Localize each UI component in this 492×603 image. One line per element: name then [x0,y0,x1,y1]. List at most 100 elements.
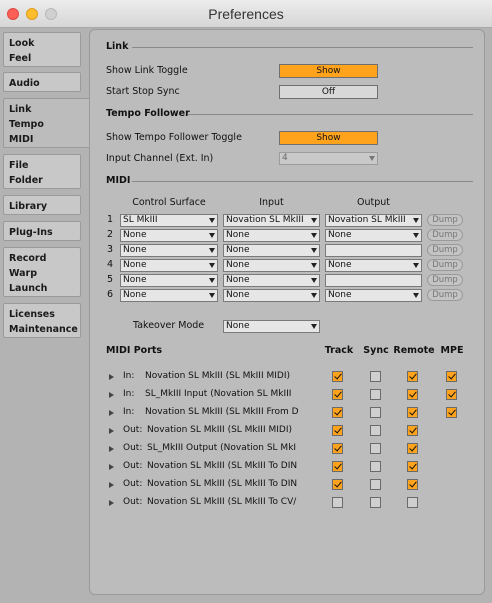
dump-button[interactable]: Dump [427,289,463,301]
disclosure-triangle-icon[interactable] [109,500,114,506]
midi-input-dropdown[interactable]: Novation SL MkIII [223,214,320,227]
takeover-mode-dropdown[interactable]: None [223,320,320,333]
track-checkbox[interactable] [332,407,343,418]
control-surface-dropdown[interactable]: None [120,274,218,287]
sync-checkbox[interactable] [370,407,381,418]
midi-input-value: None [226,230,250,240]
chevron-down-icon [209,278,215,283]
dump-button[interactable]: Dump [427,214,463,226]
midi-input-dropdown[interactable]: None [223,244,320,257]
disclosure-triangle-icon[interactable] [109,464,114,470]
track-checkbox[interactable] [332,461,343,472]
sync-checkbox[interactable] [370,371,381,382]
remote-checkbox[interactable] [407,497,418,508]
sidebar-tab-licenses-maintenance[interactable]: Licenses Maintenance [3,303,81,338]
remote-checkbox[interactable] [407,389,418,400]
track-checkbox[interactable] [332,425,343,436]
sidebar-tab-link-tempo-midi[interactable]: Link Tempo MIDI [3,98,93,148]
track-checkbox[interactable] [332,371,343,382]
remote-checkbox[interactable] [407,461,418,472]
link-section-title: Link [106,41,129,52]
disclosure-triangle-icon[interactable] [109,446,114,452]
chevron-down-icon [311,233,317,238]
port-name: Novation SL MkIII (SL MkIII MIDI) [147,425,292,435]
input-channel-value: 4 [282,153,288,163]
sync-checkbox[interactable] [370,497,381,508]
tempo-follower-section-title: Tempo Follower [106,108,190,119]
control-surface-dropdown[interactable]: None [120,289,218,302]
track-checkbox[interactable] [332,389,343,400]
show-tempo-follower-toggle-button[interactable]: Show [279,131,378,145]
midi-output-value: None [328,290,352,300]
track-checkbox[interactable] [332,497,343,508]
midi-output-field[interactable] [325,274,422,287]
remote-column-header: Remote [393,345,435,356]
chevron-down-icon [369,156,375,161]
dump-button[interactable]: Dump [427,274,463,286]
remote-checkbox[interactable] [407,479,418,490]
midi-input-dropdown[interactable]: None [223,289,320,302]
dump-button[interactable]: Dump [427,244,463,256]
input-channel-dropdown[interactable]: 4 [279,152,378,165]
midi-output-dropdown[interactable]: None [325,289,422,302]
show-link-toggle-button[interactable]: Show [279,64,378,78]
mpe-checkbox[interactable] [446,407,457,418]
sync-checkbox[interactable] [370,479,381,490]
control-surface-dropdown[interactable]: None [120,259,218,272]
midi-input-value: None [226,260,250,270]
sidebar-tab-audio[interactable]: Audio [3,72,81,92]
control-surface-dropdown[interactable]: SL MkIII [120,214,218,227]
port-name: Novation SL MkIII (SL MkIII To CV/ [147,497,297,507]
sidebar: Look Feel Audio Link Tempo MIDI File Fol… [0,29,93,603]
mpe-checkbox[interactable] [446,371,457,382]
control-surface-dropdown[interactable]: None [120,244,218,257]
remote-checkbox[interactable] [407,443,418,454]
sync-checkbox[interactable] [370,443,381,454]
track-checkbox[interactable] [332,443,343,454]
remote-checkbox[interactable] [407,371,418,382]
chevron-down-icon [413,233,419,238]
midi-output-dropdown[interactable]: None [325,229,422,242]
midi-output-field[interactable] [325,244,422,257]
midi-row-number: 4 [107,259,114,270]
midi-input-dropdown[interactable]: None [223,259,320,272]
control-surface-value: None [123,260,147,270]
control-surface-dropdown[interactable]: None [120,229,218,242]
title-bar: Preferences [0,0,492,28]
midi-input-dropdown[interactable]: None [223,229,320,242]
sidebar-tab-plug-ins[interactable]: Plug-Ins [3,221,81,241]
midi-output-dropdown[interactable]: Novation SL MkIII [325,214,422,227]
input-column-header: Input [259,197,284,208]
sidebar-tab-record-warp-launch[interactable]: Record Warp Launch [3,247,81,297]
midi-row-number: 5 [107,274,114,285]
input-channel-label: Input Channel (Ext. In) [106,153,214,164]
show-tempo-follower-toggle-label: Show Tempo Follower Toggle [106,132,242,143]
start-stop-sync-button[interactable]: Off [279,85,378,99]
mpe-checkbox[interactable] [446,389,457,400]
sync-checkbox[interactable] [370,461,381,472]
disclosure-triangle-icon[interactable] [109,374,114,380]
sidebar-tab-look-feel[interactable]: Look Feel [3,32,81,67]
sidebar-tab-file-folder[interactable]: File Folder [3,154,81,189]
track-checkbox[interactable] [332,479,343,490]
tempo-section-divider [188,114,473,115]
sync-checkbox[interactable] [370,389,381,400]
sync-column-header: Sync [363,345,389,356]
disclosure-triangle-icon[interactable] [109,410,114,416]
remote-checkbox[interactable] [407,425,418,436]
disclosure-triangle-icon[interactable] [109,392,114,398]
midi-output-dropdown[interactable]: None [325,259,422,272]
midi-input-dropdown[interactable]: None [223,274,320,287]
disclosure-triangle-icon[interactable] [109,428,114,434]
sidebar-tab-library[interactable]: Library [3,195,81,215]
midi-output-value: Novation SL MkIII [328,215,406,225]
midi-output-value: None [328,230,352,240]
port-name: SL_MkIII Input (Novation SL MkIII [145,389,292,399]
dump-button[interactable]: Dump [427,229,463,241]
port-direction: Out: [123,443,143,453]
remote-checkbox[interactable] [407,407,418,418]
sync-checkbox[interactable] [370,425,381,436]
disclosure-triangle-icon[interactable] [109,482,114,488]
port-direction: Out: [123,497,143,507]
dump-button[interactable]: Dump [427,259,463,271]
